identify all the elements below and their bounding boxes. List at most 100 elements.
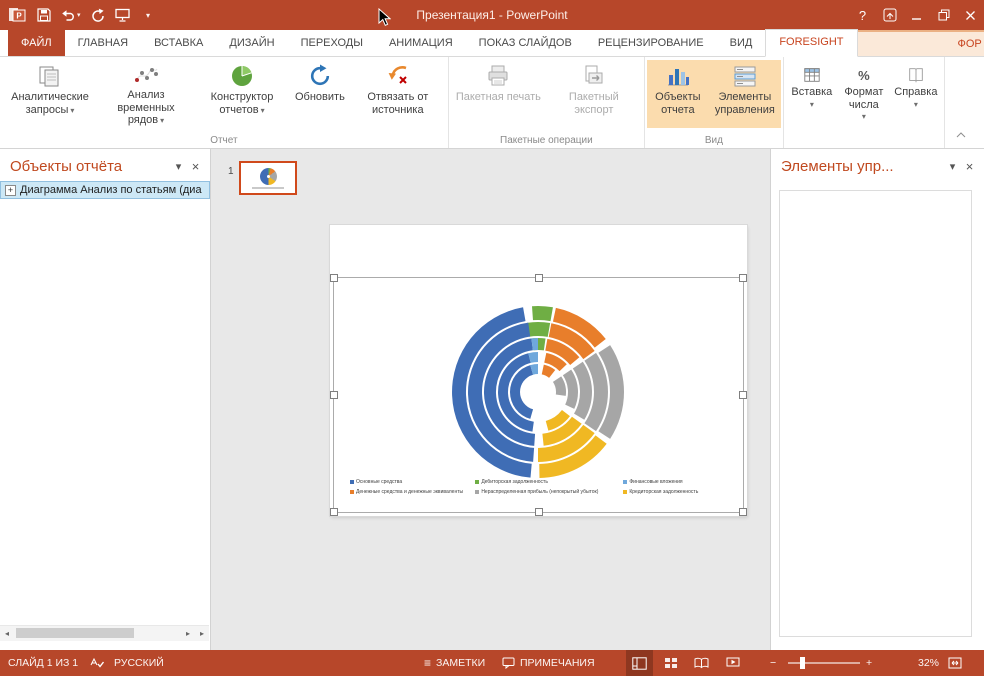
slide-indicator[interactable]: СЛАЙД 1 ИЗ 1 xyxy=(8,650,78,676)
chart-selection-frame[interactable]: Основные средстваДебиторская задолженнос… xyxy=(333,277,744,513)
undo-dropdown-icon[interactable]: ▾ xyxy=(77,11,81,19)
panel-close-icon[interactable]: × xyxy=(961,159,978,174)
controls-icon xyxy=(732,62,758,90)
svg-text:P: P xyxy=(16,12,22,21)
tree-expander-icon[interactable]: + xyxy=(5,185,16,196)
tab-view[interactable]: ВИД xyxy=(717,30,766,56)
panel-title: Элементы упр... xyxy=(781,158,944,175)
dropdown-arrow-icon: ▾ xyxy=(160,116,164,125)
batch-export-button: Пакетный экспорт xyxy=(546,60,642,128)
notes-button[interactable]: ≡ ЗАМЕТКИ xyxy=(424,650,485,676)
horizontal-scrollbar[interactable]: ◂ ▸ ▸ xyxy=(0,625,209,641)
help-ribbon-button[interactable]: Справка ▾ xyxy=(890,60,942,109)
tab-foresight[interactable]: FORESIGHT xyxy=(765,29,857,57)
insert-button[interactable]: Вставка ▾ xyxy=(786,60,838,109)
minimize-button[interactable] xyxy=(903,0,930,30)
tab-review[interactable]: РЕЦЕНЗИРОВАНИЕ xyxy=(585,30,717,56)
report-objects-panel-header: Объекты отчёта ▾ × xyxy=(0,149,210,180)
report-objects-toggle-button[interactable]: Объекты отчета xyxy=(647,60,709,128)
selection-handle[interactable] xyxy=(330,274,338,282)
undo-button[interactable]: ▾ xyxy=(61,4,81,26)
language-indicator[interactable]: РУССКИЙ xyxy=(114,650,164,676)
zoom-level[interactable]: 32% xyxy=(893,650,939,676)
refresh-icon xyxy=(307,62,333,90)
zoom-in-button[interactable]: + xyxy=(866,650,872,676)
batch-print-icon xyxy=(485,62,511,90)
start-slideshow-button[interactable] xyxy=(115,4,131,26)
chart-legend: Основные средстваДебиторская задолженнос… xyxy=(350,477,737,497)
minimize-icon xyxy=(911,10,922,21)
collapse-ribbon-button[interactable] xyxy=(952,128,970,142)
legend-item: Нераспределенная прибыль (непокрытый убы… xyxy=(475,489,617,495)
controls-panel-header: Элементы упр... ▾ × xyxy=(771,149,984,180)
group-label-view: Вид xyxy=(645,135,783,146)
customize-qat-button[interactable]: ▾ xyxy=(140,4,156,26)
tab-transitions[interactable]: ПЕРЕХОДЫ xyxy=(288,30,376,56)
ribbon-group-report: Аналитические запросы▾ Анализ временных … xyxy=(0,57,449,148)
analytic-queries-button[interactable]: Аналитические запросы▾ xyxy=(2,60,98,128)
batch-print-button: Пакетная печать xyxy=(451,60,546,128)
undo-icon xyxy=(61,9,76,22)
slide-thumbnail[interactable] xyxy=(239,161,297,195)
selection-handle[interactable] xyxy=(739,508,747,516)
scroll-right-edge-icon[interactable]: ▸ xyxy=(195,629,209,638)
selection-handle[interactable] xyxy=(535,508,543,516)
tree-item-chart[interactable]: + Диаграмма Анализ по статьям (диа xyxy=(0,181,210,199)
zoom-slider-track[interactable] xyxy=(788,662,860,664)
slide-canvas[interactable]: Основные средстваДебиторская задолженнос… xyxy=(330,225,747,516)
panel-dropdown-icon[interactable]: ▾ xyxy=(944,160,961,173)
tab-design[interactable]: ДИЗАЙН xyxy=(216,30,287,56)
slideshow-screen-icon xyxy=(115,8,130,22)
comments-button[interactable]: ПРИМЕЧАНИЯ xyxy=(502,650,595,676)
restore-button[interactable] xyxy=(930,0,957,30)
selection-handle[interactable] xyxy=(535,274,543,282)
zoom-slider-thumb[interactable] xyxy=(800,657,805,669)
percent-icon: % xyxy=(858,65,870,85)
panel-close-icon[interactable]: × xyxy=(187,159,204,174)
tab-format-contextual[interactable]: ФОР xyxy=(858,30,984,56)
save-button[interactable] xyxy=(36,4,52,26)
reading-view-button[interactable] xyxy=(688,650,715,676)
help-button[interactable]: ? xyxy=(849,0,876,30)
powerpoint-logo-icon[interactable]: P xyxy=(7,4,27,26)
selection-handle[interactable] xyxy=(330,508,338,516)
tab-insert[interactable]: ВСТАВКА xyxy=(141,30,216,56)
dropdown-arrow-icon: ▾ xyxy=(810,100,814,109)
selection-handle[interactable] xyxy=(739,274,747,282)
scrollbar-thumb[interactable] xyxy=(16,628,134,638)
refresh-button[interactable]: Обновить xyxy=(290,60,350,128)
ribbon-display-options-button[interactable] xyxy=(876,0,903,30)
scroll-right-icon[interactable]: ▸ xyxy=(181,629,195,638)
slideshow-view-button[interactable] xyxy=(719,650,746,676)
tree-item-label: Диаграмма Анализ по статьям (диа xyxy=(20,182,202,198)
thumbnail-chart-preview xyxy=(260,168,277,185)
report-designer-button[interactable]: Конструктор отчетов▾ xyxy=(194,60,290,128)
unlink-from-source-button[interactable]: Отвязать от источника xyxy=(350,60,446,128)
controls-toggle-button[interactable]: Элементы управления xyxy=(709,60,781,128)
normal-view-icon xyxy=(632,657,647,670)
scrollbar-track[interactable] xyxy=(14,626,181,641)
scroll-left-icon[interactable]: ◂ xyxy=(0,629,14,638)
time-series-analysis-button[interactable]: Анализ временных рядов▾ xyxy=(98,60,194,128)
notes-icon: ≡ xyxy=(424,656,431,670)
save-icon xyxy=(37,8,51,22)
normal-view-button[interactable] xyxy=(626,650,653,676)
selection-handle[interactable] xyxy=(330,391,338,399)
comments-icon xyxy=(502,657,515,669)
slide-sorter-view-button[interactable] xyxy=(657,650,684,676)
spellcheck-button[interactable] xyxy=(90,650,104,676)
zoom-out-button[interactable]: − xyxy=(770,650,776,676)
tab-file[interactable]: ФАЙЛ xyxy=(8,30,65,56)
tab-animations[interactable]: АНИМАЦИЯ xyxy=(376,30,466,56)
view-switcher xyxy=(626,650,746,676)
selection-handle[interactable] xyxy=(739,391,747,399)
panel-dropdown-icon[interactable]: ▾ xyxy=(170,160,187,173)
redo-button[interactable] xyxy=(90,4,106,26)
fit-to-window-button[interactable] xyxy=(948,650,962,676)
tab-slideshow[interactable]: ПОКАЗ СЛАЙДОВ xyxy=(466,30,585,56)
ribbon-group-tools: Вставка ▾ % Формат числа ▾ Справка ▾ xyxy=(784,57,945,148)
legend-item: Денежные средства и денежные эквиваленты xyxy=(350,489,469,495)
number-format-button[interactable]: % Формат числа ▾ xyxy=(838,60,890,121)
close-button[interactable] xyxy=(957,0,984,30)
tab-home[interactable]: ГЛАВНАЯ xyxy=(65,30,141,56)
